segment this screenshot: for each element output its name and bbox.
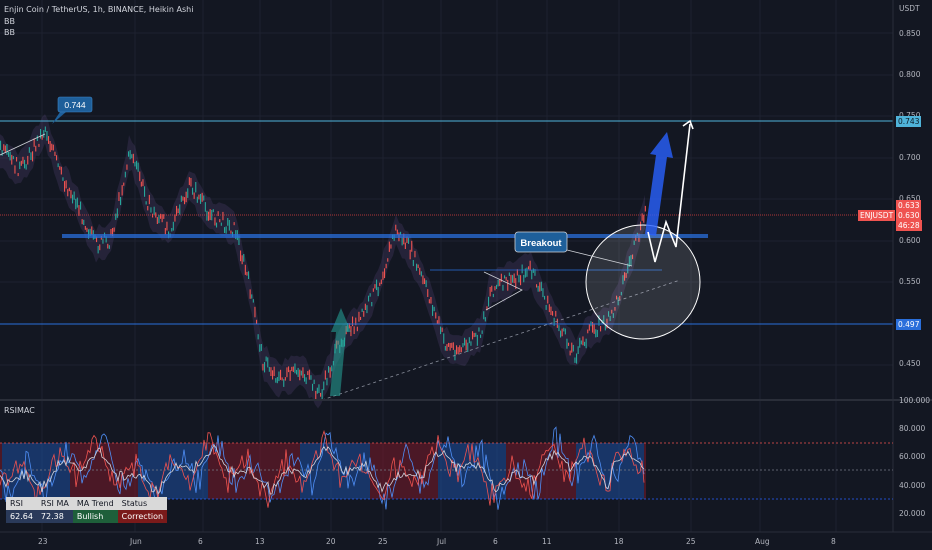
indicator-bb-1[interactable]: BB [4, 17, 15, 27]
rsi-tick: 20.000 [899, 509, 926, 518]
price-tick: 0.600 [899, 236, 921, 245]
time-tick: 6 [493, 537, 498, 546]
ma-trend-value: Bullish [72, 510, 118, 523]
breakout-callout-label: Breakout [520, 238, 562, 249]
rsi-table-header: Status [121, 499, 148, 508]
projection-arrow-blue-icon[interactable] [645, 132, 673, 236]
time-tick: 25 [378, 537, 388, 546]
price-tick: 0.800 [899, 70, 921, 79]
rsi-tick: 40.000 [899, 481, 926, 490]
rsi-tick: 100.000 [899, 396, 931, 405]
time-tick: 18 [614, 537, 624, 546]
time-tick: 20 [326, 537, 336, 546]
rsi-tick: 80.000 [899, 424, 926, 433]
rsi-pane-title[interactable]: RSIMAC [4, 406, 35, 416]
time-tick: 8 [831, 537, 836, 546]
level-tag-0497[interactable]: 0.497 [896, 319, 922, 330]
time-tick: 13 [255, 537, 265, 546]
high-callout-pointer [52, 112, 66, 124]
currency-label: USDT [899, 4, 920, 13]
indicator-bb-2[interactable]: BB [4, 28, 15, 38]
chart-canvas[interactable]: 0.744 Breakout [0, 0, 932, 550]
time-tick: 6 [198, 537, 203, 546]
high-callout-label: 0.744 [64, 100, 86, 110]
rsi-table-header: RSI MA [40, 499, 69, 508]
breakout-highlight-circle[interactable] [585, 224, 701, 340]
rsi-table-header: RSI [10, 499, 23, 508]
time-tick: 23 [38, 537, 48, 546]
level-tag-0743[interactable]: 0.743 [896, 116, 922, 127]
price-tick: 0.450 [899, 359, 921, 368]
time-tick: Jul [437, 537, 447, 546]
rsi-ma-value: 72.38 [36, 510, 73, 523]
price-tick: 0.850 [899, 29, 921, 38]
bar-countdown: 46:28 [896, 220, 922, 231]
status-value: Correction [117, 510, 168, 523]
symbol-tag: ENJUSDT [858, 210, 896, 221]
rsi-value: 62.64 [6, 510, 37, 523]
rsi-status-table: RSI RSI MA MA Trend Status 62.64 72.38 B… [6, 497, 168, 523]
rsi-table-header: MA Trend [76, 499, 114, 508]
time-tick: 11 [542, 537, 552, 546]
price-tick: 0.700 [899, 153, 921, 162]
chart-title[interactable]: Enjin Coin / TetherUS, 1h, BINANCE, Heik… [4, 5, 193, 15]
price-tick: 0.550 [899, 277, 921, 286]
time-tick: Jun [130, 537, 142, 546]
time-tick: 25 [686, 537, 696, 546]
time-tick: Aug [755, 537, 770, 546]
rsi-tick: 60.000 [899, 452, 926, 461]
